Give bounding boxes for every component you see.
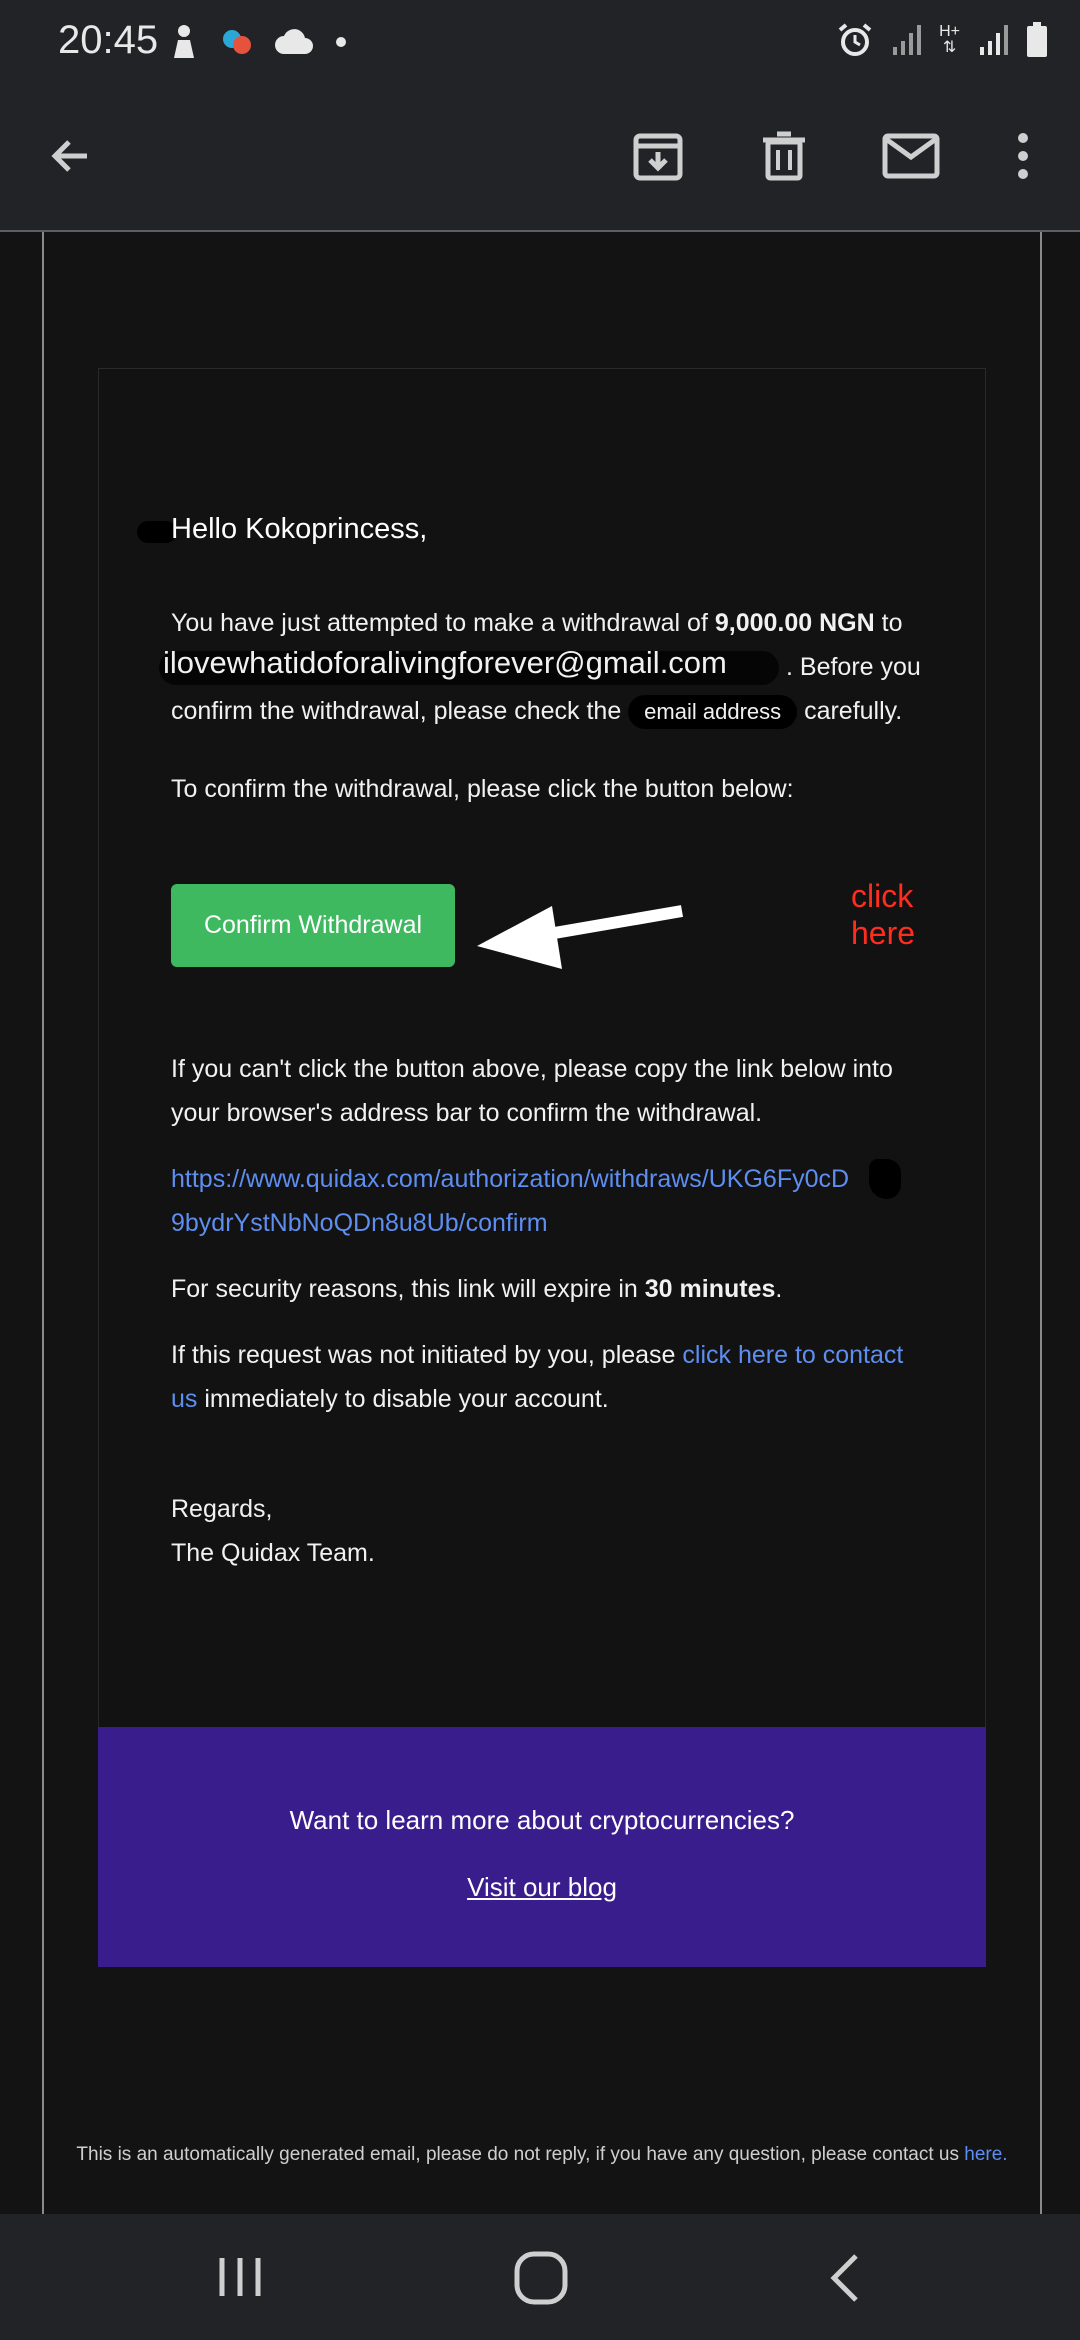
- expiry-prefix: For security reasons, this link will exp…: [171, 1275, 645, 1303]
- data-arrows-glyph: ⇅: [942, 39, 957, 56]
- expiry-suffix: .: [775, 1275, 783, 1303]
- status-left-icons: [168, 24, 348, 60]
- status-right-icons: H+ ⇅: [837, 22, 1048, 58]
- back-nav-icon: [830, 2254, 858, 2302]
- not-initiated-notice: If this request was not initiated by you…: [171, 1333, 931, 1421]
- withdrawal-line-3: confirm the withdrawal, please check the…: [171, 689, 931, 733]
- system-back-button[interactable]: [820, 2250, 870, 2306]
- annotation-arrow: [477, 905, 684, 969]
- battery-icon: [1027, 22, 1047, 57]
- check-prefix: confirm the withdrawal, please check the: [171, 697, 629, 725]
- more-vert-icon: [1018, 133, 1028, 179]
- link-redaction: [869, 1159, 901, 1199]
- recents-button[interactable]: [210, 2252, 270, 2302]
- withdrawal-line-1: You have just attempted to make a withdr…: [171, 601, 931, 645]
- archive-button[interactable]: [623, 121, 693, 191]
- confirm-withdrawal-button[interactable]: Confirm Withdrawal: [171, 884, 455, 967]
- greeting: Hello Kokoprincess,: [171, 513, 428, 545]
- confirmation-link-line-2[interactable]: 9bydrYstNbNoQDn8u8Ub/confirm: [171, 1201, 931, 1245]
- confirm-instruction: To confirm the withdrawal, please click …: [171, 775, 794, 803]
- not-initiated-suffix: immediately to disable your account.: [197, 1385, 609, 1413]
- footer-note: This is an automatically generated email…: [44, 2144, 1040, 2166]
- dot-icon: [336, 37, 346, 47]
- delete-button[interactable]: [749, 121, 819, 191]
- delete-icon: [763, 131, 805, 181]
- cloud-icon: [275, 29, 313, 54]
- app-bar: [0, 85, 1080, 232]
- alarm-icon: [838, 23, 872, 56]
- withdrawal-amount: 9,000.00 NGN: [714, 609, 875, 637]
- footer-contact-link[interactable]: here.: [964, 2144, 1007, 2165]
- email-address-tag: email address: [628, 695, 798, 729]
- withdrawal-prefix: You have just attempted to make a withdr…: [171, 609, 715, 637]
- colorful-app-icon: [223, 30, 251, 54]
- annotation-click-here: click here: [851, 878, 916, 951]
- signal-icon: [980, 25, 1008, 55]
- navigation-bar: [0, 2214, 1080, 2340]
- withdrawal-to: to: [874, 609, 903, 637]
- back-button[interactable]: [36, 121, 106, 191]
- home-button[interactable]: [513, 2250, 569, 2306]
- more-options-button[interactable]: [988, 121, 1058, 191]
- signal-icon: [893, 25, 922, 55]
- footer-text: This is an automatically generated email…: [76, 2144, 965, 2165]
- visit-blog-link[interactable]: Visit our blog: [98, 1872, 986, 1903]
- email-card: Hello Kokoprincess, You have just attemp…: [98, 368, 986, 1729]
- confirmation-link[interactable]: https://www.quidax.com/authorization/wit…: [171, 1157, 931, 1245]
- check-suffix: carefully.: [797, 697, 903, 725]
- back-icon: [51, 140, 87, 172]
- signoff: Regards, The Quidax Team.: [171, 1487, 931, 1575]
- regards-text: Regards,: [171, 1495, 273, 1523]
- data-arrows-icon: H+ ⇅: [939, 24, 960, 56]
- confirmation-link-line-1[interactable]: https://www.quidax.com/authorization/wit…: [171, 1157, 931, 1201]
- promo-question: Want to learn more about cryptocurrencie…: [289, 1805, 795, 1835]
- expiry-duration: 30 minutes: [644, 1275, 776, 1303]
- withdrawal-suffix: . Before you: [786, 653, 921, 681]
- data-type-label: H+: [939, 23, 960, 40]
- recents-icon: [219, 2258, 261, 2296]
- mark-unread-button[interactable]: [876, 121, 946, 191]
- recipient-email-overlay: ilovewhatidoforalivingforever@gmail.com: [163, 645, 727, 680]
- status-bar: 20:45 H+ ⇅: [0, 0, 1080, 85]
- copy-link-instruction: If you can't click the button above, ple…: [171, 1055, 893, 1127]
- archive-icon: [633, 133, 683, 181]
- expiry-notice: For security reasons, this link will exp…: [171, 1267, 931, 1311]
- mail-icon: [882, 133, 940, 179]
- signature-text: The Quidax Team.: [171, 1539, 375, 1567]
- home-icon: [514, 2251, 568, 2305]
- email-body: Hello Kokoprincess, You have just attemp…: [42, 232, 1042, 2214]
- blog-promo: Want to learn more about cryptocurrencie…: [98, 1727, 986, 1967]
- withdrawal-paragraph: You have just attempted to make a withdr…: [159, 601, 931, 733]
- withdrawal-line-2: ilovewhatidoforalivingforever@gmail.com …: [159, 645, 931, 689]
- not-initiated-prefix: If this request was not initiated by you…: [171, 1341, 683, 1369]
- figure-icon: [174, 25, 194, 58]
- status-time: 20:45: [58, 18, 159, 62]
